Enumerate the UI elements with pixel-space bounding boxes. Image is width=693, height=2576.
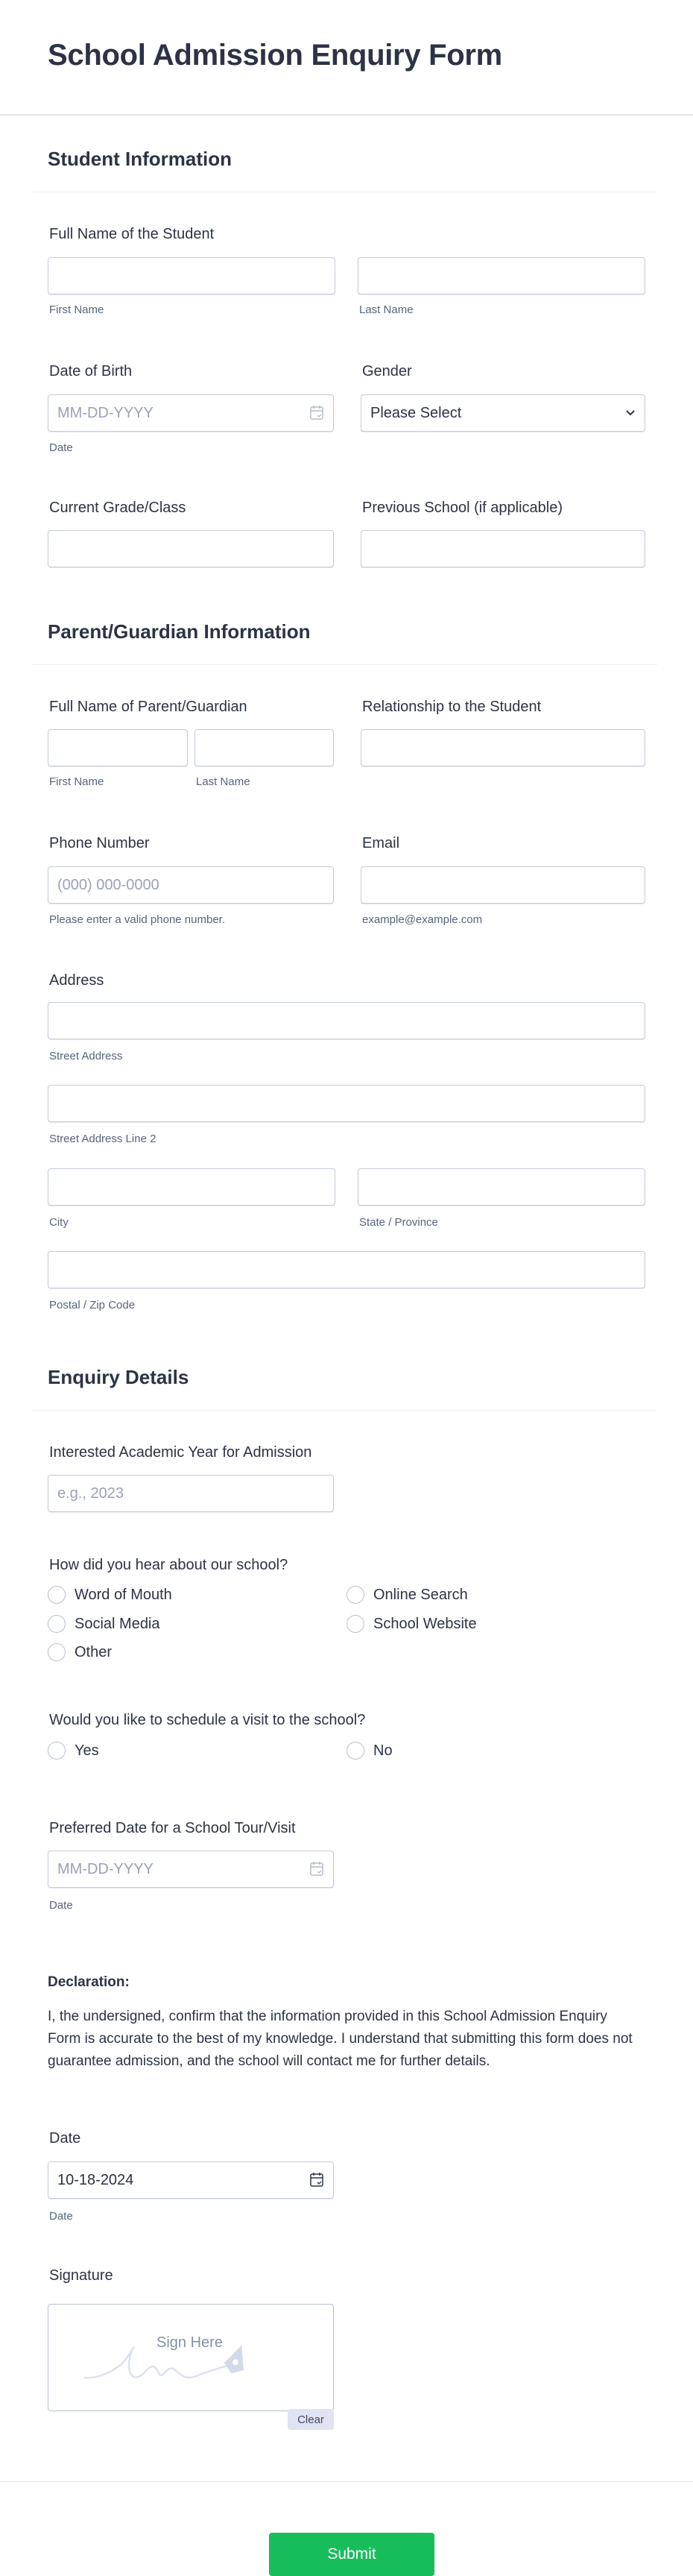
radio-label: Yes <box>75 1742 99 1759</box>
calendar-icon[interactable] <box>310 2172 323 2187</box>
date-input[interactable] <box>48 2161 334 2199</box>
previous-school-input[interactable] <box>361 530 645 567</box>
relationship-label: Relationship to the Student <box>362 699 542 715</box>
signature-pen-icon <box>84 2345 244 2379</box>
gender-select[interactable]: Please Select <box>361 394 645 432</box>
radio-visit-yes[interactable]: Yes <box>48 1742 99 1760</box>
radio-circle[interactable] <box>48 1586 66 1604</box>
submit-button[interactable]: Submit <box>269 2533 434 2576</box>
radio-online-search[interactable]: Online Search <box>346 1586 468 1604</box>
email-label: Email <box>362 835 400 851</box>
phone-label: Phone Number <box>49 835 150 851</box>
parent-full-name-label: Full Name of Parent/Guardian <box>49 699 247 715</box>
radio-circle[interactable] <box>48 1742 66 1760</box>
date-sublabel: Date <box>49 2210 73 2223</box>
radio-label: Word of Mouth <box>75 1586 172 1603</box>
form-title: School Admission Enquiry Form <box>48 39 502 72</box>
date-label: Date <box>49 2130 81 2147</box>
chevron-down-icon <box>626 410 635 416</box>
radio-label: No <box>373 1742 393 1759</box>
schedule-visit-label: Would you like to schedule a visit to th… <box>49 1712 366 1728</box>
form-page: School Admission Enquiry Form Student In… <box>0 0 693 2576</box>
radio-label: Online Search <box>373 1586 468 1603</box>
grade-label: Current Grade/Class <box>49 500 186 516</box>
radio-label: Social Media <box>75 1615 160 1632</box>
street-address-line2-sublabel: Street Address Line 2 <box>49 1133 156 1145</box>
section-parent-information: Parent/Guardian Information <box>33 620 657 665</box>
student-full-name-label: Full Name of the Student <box>49 226 215 242</box>
signature-label: Signature <box>49 2267 113 2284</box>
student-last-name-input[interactable] <box>358 257 645 295</box>
parent-last-name-sublabel: Last Name <box>196 775 250 788</box>
radio-label: Other <box>75 1643 113 1660</box>
dob-label: Date of Birth <box>49 363 133 380</box>
address-label: Address <box>49 972 104 989</box>
state-input[interactable] <box>358 1168 645 1206</box>
city-input[interactable] <box>48 1168 335 1206</box>
parent-first-name-sublabel: First Name <box>49 775 104 788</box>
phone-sublabel: Please enter a valid phone number. <box>49 913 225 926</box>
email-input[interactable] <box>361 866 645 904</box>
radio-label: School Website <box>373 1615 477 1632</box>
signature-pad[interactable]: Sign Here <box>48 2304 334 2411</box>
radio-circle[interactable] <box>346 1615 364 1633</box>
radio-school-website[interactable]: School Website <box>346 1615 477 1633</box>
hear-about-label: How did you hear about our school? <box>49 1557 288 1573</box>
radio-other[interactable]: Other <box>48 1643 112 1661</box>
street-address-sublabel: Street Address <box>49 1050 123 1062</box>
form-header: School Admission Enquiry Form <box>0 0 693 116</box>
grade-input[interactable] <box>48 530 334 567</box>
date-field <box>48 2161 334 2199</box>
academic-year-label: Interested Academic Year for Admission <box>49 1444 312 1461</box>
email-sublabel: example@example.com <box>362 913 483 926</box>
zip-input[interactable] <box>48 1251 645 1288</box>
declaration-title: Declaration: <box>48 1974 130 1990</box>
tour-date-label: Preferred Date for a School Tour/Visit <box>49 1820 296 1836</box>
tour-date-input[interactable] <box>48 1851 334 1888</box>
gender-selected-value: Please Select <box>370 404 462 421</box>
section-enquiry-details: Enquiry Details <box>33 1366 657 1411</box>
city-sublabel: City <box>49 1216 69 1229</box>
dob-sublabel: Date <box>49 441 73 454</box>
declaration-text: I, the undersigned, confirm that the inf… <box>48 2009 633 2069</box>
radio-social-media[interactable]: Social Media <box>48 1615 160 1633</box>
dob-input[interactable] <box>48 394 334 432</box>
radio-circle[interactable] <box>48 1643 66 1661</box>
street-address-input[interactable] <box>48 1002 645 1039</box>
section-title: Enquiry Details <box>48 1366 189 1388</box>
calendar-icon[interactable] <box>310 1861 323 1876</box>
gender-label: Gender <box>362 363 412 380</box>
radio-word-of-mouth[interactable]: Word of Mouth <box>48 1586 172 1604</box>
section-title: Student Information <box>48 148 232 170</box>
radio-circle[interactable] <box>346 1742 364 1760</box>
student-last-name-sublabel: Last Name <box>359 303 414 316</box>
radio-circle[interactable] <box>48 1615 66 1633</box>
section-title: Parent/Guardian Information <box>48 620 311 643</box>
section-student-information: Student Information <box>33 148 657 192</box>
state-sublabel: State / Province <box>359 1216 438 1229</box>
previous-school-label: Previous School (if applicable) <box>362 500 563 516</box>
radio-circle[interactable] <box>346 1586 364 1604</box>
parent-last-name-input[interactable] <box>194 729 334 766</box>
academic-year-input[interactable] <box>48 1475 334 1512</box>
parent-first-name-input[interactable] <box>48 729 188 766</box>
student-first-name-input[interactable] <box>48 257 335 295</box>
calendar-icon[interactable] <box>310 405 323 420</box>
student-first-name-sublabel: First Name <box>49 303 104 316</box>
zip-sublabel: Postal / Zip Code <box>49 1299 136 1311</box>
radio-visit-no[interactable]: No <box>346 1742 393 1760</box>
tour-date-sublabel: Date <box>49 1899 73 1912</box>
tour-date-field <box>48 1851 334 1888</box>
phone-input[interactable] <box>48 866 334 904</box>
street-address-line2-input[interactable] <box>48 1085 645 1122</box>
relationship-input[interactable] <box>361 729 645 766</box>
dob-field <box>48 394 334 432</box>
clear-signature-button[interactable]: Clear <box>288 2409 334 2430</box>
